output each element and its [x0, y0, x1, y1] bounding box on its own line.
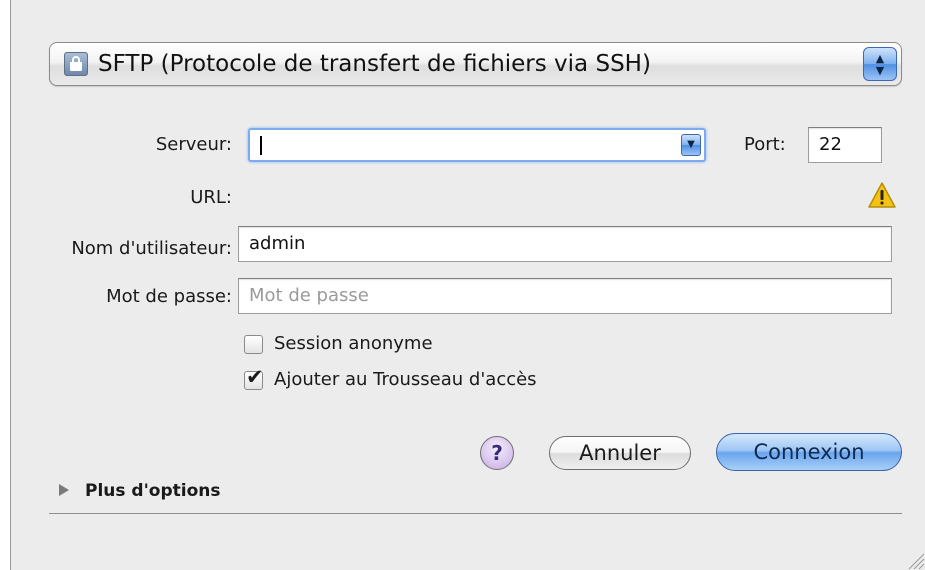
password-field[interactable]: Mot de passe: [238, 278, 892, 314]
anonymous-label[interactable]: Session anonyme: [274, 333, 433, 355]
password-label: Mot de passe:: [106, 286, 232, 307]
username-field[interactable]: admin: [238, 226, 892, 262]
cancel-button[interactable]: Annuler: [549, 436, 691, 470]
keychain-checkbox[interactable]: ✔: [244, 366, 264, 390]
anonymous-checkbox[interactable]: [244, 335, 263, 354]
connect-button[interactable]: Connexion: [716, 433, 902, 471]
url-label: URL:: [190, 187, 232, 208]
connection-sheet: SFTP (Protocole de transfert de fichiers…: [10, 0, 925, 570]
username-label: Nom d'utilisateur:: [71, 238, 232, 259]
warning-icon: [868, 182, 896, 208]
chevron-down-icon[interactable]: ▼: [681, 134, 701, 156]
disclosure-triangle-icon[interactable]: [59, 484, 69, 496]
server-combobox[interactable]: ▼: [248, 128, 706, 162]
server-label: Serveur:: [155, 134, 232, 155]
divider: [49, 513, 902, 514]
checkmark-icon: ✔: [246, 365, 264, 389]
popup-arrows-icon[interactable]: ▲ ▼: [863, 47, 897, 81]
text-cursor: [260, 136, 262, 155]
more-options-label[interactable]: Plus d'options: [85, 480, 221, 502]
port-field[interactable]: 22: [808, 127, 882, 163]
resize-grip-icon[interactable]: [903, 548, 925, 570]
protocol-popup[interactable]: SFTP (Protocole de transfert de fichiers…: [49, 42, 902, 86]
lock-icon: [64, 52, 88, 76]
port-label: Port:: [744, 134, 786, 155]
help-button[interactable]: ?: [480, 436, 514, 470]
keychain-label[interactable]: Ajouter au Trousseau d'accès: [274, 369, 537, 391]
protocol-popup-label: SFTP (Protocole de transfert de fichiers…: [98, 51, 651, 77]
